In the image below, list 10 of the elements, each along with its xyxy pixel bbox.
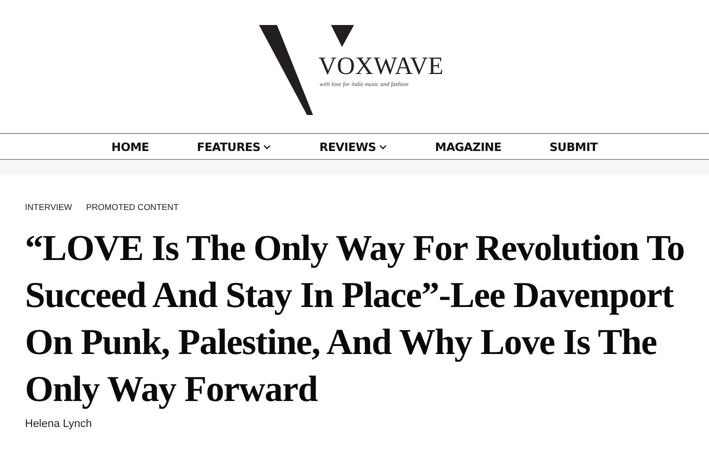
nav-link[interactable]: SUBMIT [525, 140, 622, 154]
nav-link[interactable]: FEATURES [172, 140, 296, 154]
nav-link[interactable]: REVIEWS [295, 140, 412, 154]
nav-link[interactable]: MAGAZINE [411, 140, 526, 154]
article-title: “LOVE Is The Only Way For Revolution To Succeed And Stay In Place”-Lee Davenport On Punk, Palestine, And Why Love Is The Only Way Forward [25, 226, 686, 411]
category-link[interactable]: INTERVIEW [25, 202, 72, 212]
logo-name: VOXWAVE [318, 53, 444, 81]
author-name[interactable]: Helena Lynch [25, 418, 701, 430]
nav-link[interactable]: HOME [87, 140, 173, 154]
category-link[interactable]: PROMOTED CONTENT [86, 202, 179, 212]
